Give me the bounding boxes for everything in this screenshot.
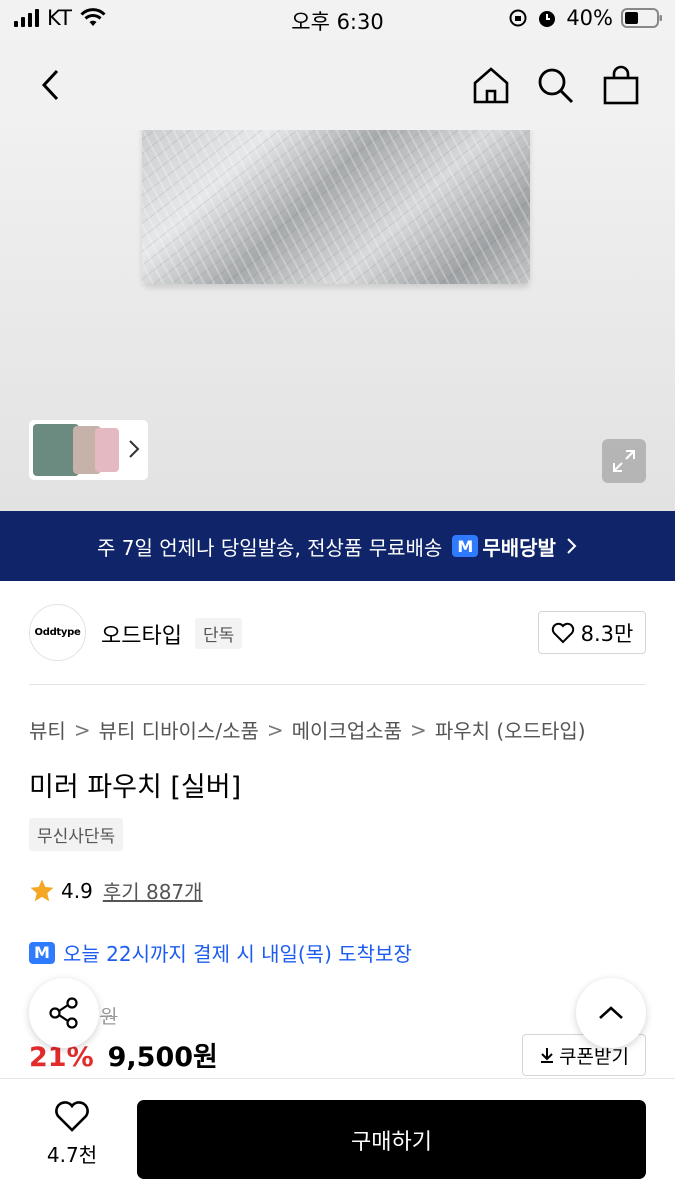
musinsa-delivery-logo: M [29, 941, 55, 964]
promo-badge-label: 무배당발 [482, 535, 556, 560]
thumbnail-strip[interactable] [29, 420, 148, 480]
scroll-top-button[interactable] [576, 978, 646, 1048]
breadcrumb-item[interactable]: 뷰티 디바이스/소품 [99, 715, 259, 744]
top-nav [0, 40, 675, 130]
status-bar: KT 오후 6:30 40% [0, 0, 675, 40]
download-icon [541, 1048, 554, 1063]
battery-percent: 40% [566, 6, 613, 30]
breadcrumb-item[interactable]: 파우치 (오드타입) [435, 715, 586, 744]
promo-text: 주 7일 언제나 당일발송, 전상품 무료배송 [97, 535, 443, 560]
musinsa-delivery-logo: M [452, 535, 479, 557]
brand-row: Oddtype 오드타입 단독 8.3만 [0, 581, 675, 685]
promo-banner[interactable]: 주 7일 언제나 당일발송, 전상품 무료배송 M 무배당발 [0, 511, 675, 581]
search-icon[interactable] [530, 60, 580, 110]
brand-like-button[interactable]: 8.3만 [538, 611, 646, 654]
reviews-link[interactable]: 후기 887개 [103, 876, 203, 905]
wishlist-button[interactable]: 4.7천 [29, 1101, 115, 1168]
product-title: 미러 파우치 [실버] [29, 772, 242, 803]
chevron-right-icon[interactable] [128, 438, 140, 460]
brand-like-count: 8.3만 [580, 621, 634, 646]
bottom-bar: 4.7천 구매하기 [0, 1078, 675, 1200]
expand-icon [613, 450, 635, 472]
thumbnail-image[interactable] [95, 428, 119, 472]
delivery-text: 오늘 22시까지 결제 시 내일(목) 도착보장 [63, 942, 412, 966]
breadcrumb: 뷰티 > 뷰티 디바이스/소품 > 메이크업소품 > 파우치 (오드타입) [29, 715, 586, 744]
divider [29, 684, 646, 685]
breadcrumb-item[interactable]: 메이크업소품 [292, 715, 402, 744]
buy-button[interactable]: 구매하기 [137, 1100, 646, 1179]
final-price: 9,500원 [107, 1042, 218, 1073]
brand-name[interactable]: 오드타입 [101, 618, 182, 650]
breadcrumb-separator: > [266, 717, 284, 742]
chevron-up-icon [599, 1006, 623, 1019]
cart-icon[interactable] [596, 60, 646, 110]
delivery-guarantee[interactable]: M 오늘 22시까지 결제 시 내일(목) 도착보장 [29, 938, 412, 967]
breadcrumb-item[interactable]: 뷰티 [29, 715, 66, 744]
brand-logo[interactable]: Oddtype [29, 604, 86, 661]
silver-pouch-photo [142, 130, 530, 284]
chevron-right-icon [567, 538, 577, 554]
battery-icon [621, 8, 662, 28]
expand-button[interactable] [602, 439, 646, 483]
home-icon[interactable] [466, 60, 516, 110]
alarm-icon [539, 11, 556, 27]
rating-row: 4.9 후기 887개 [29, 876, 203, 905]
wishlist-count: 4.7천 [46, 1143, 98, 1167]
share-icon [49, 997, 78, 1029]
product-image[interactable] [0, 130, 675, 511]
promo-badge: M 무배당발 [452, 532, 556, 561]
heart-icon [55, 1101, 89, 1132]
heart-icon [551, 622, 574, 643]
exclusive-badge: 무신사단독 [29, 818, 124, 851]
brand-exclusive-tag: 단독 [195, 618, 243, 649]
back-icon[interactable] [26, 60, 76, 110]
breadcrumb-separator: > [73, 717, 91, 742]
star-icon [30, 879, 54, 901]
share-button[interactable] [29, 978, 99, 1048]
rating-value: 4.9 [61, 878, 93, 903]
orientation-lock-icon [509, 9, 527, 27]
original-price: 원 [100, 1006, 118, 1028]
breadcrumb-separator: > [410, 717, 427, 742]
